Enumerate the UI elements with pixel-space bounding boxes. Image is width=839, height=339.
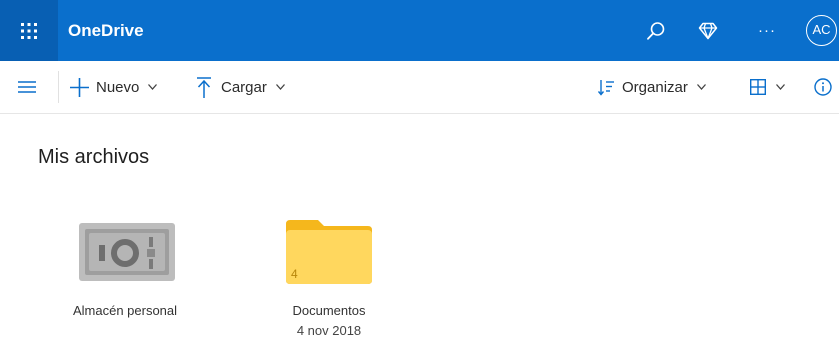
search-icon [647,21,665,40]
app-launcher-icon [21,22,37,39]
more-options-button[interactable]: ··· [752,0,782,61]
upload-button[interactable]: Cargar [196,61,285,113]
command-bar: Nuevo Cargar Organizar [0,61,839,114]
new-button[interactable]: Nuevo [70,61,158,113]
upload-icon [197,76,211,98]
sort-button-label: Organizar [622,78,688,96]
tile-name: Almacén personal [72,303,178,318]
diamond-icon [698,22,718,39]
navigation-menu-button[interactable] [18,61,36,113]
grid-view-icon [750,79,766,95]
sort-button[interactable]: Organizar [598,61,706,113]
folder-thumbnail: 4 [254,208,404,292]
documents-folder-tile[interactable]: 4 Documentos 4 nov 2018 [254,208,404,338]
premium-button[interactable] [693,0,723,61]
vault-thumbnail [50,208,200,292]
search-button[interactable] [641,0,671,61]
info-button[interactable] [814,61,832,113]
info-icon [814,78,832,96]
chevron-down-icon [148,84,158,90]
app-launcher-button[interactable] [0,0,58,61]
new-button-label: Nuevo [96,78,140,96]
chevron-down-icon [696,84,706,90]
app-title[interactable]: OneDrive [68,0,144,61]
vault-icon [79,223,175,281]
app-header: OneDrive ··· AC [0,0,839,61]
folder-count: 4 [291,267,298,281]
tile-name: Documentos [292,303,366,318]
page-title: Mis archivos [38,146,150,168]
view-options-button[interactable] [750,61,785,113]
chevron-down-icon [776,84,785,90]
sort-icon [598,79,614,96]
personal-vault-tile[interactable]: Almacén personal [50,208,200,318]
hamburger-menu-icon [18,81,36,93]
folder-icon: 4 [286,220,372,284]
chevron-down-icon [275,84,285,90]
avatar[interactable]: AC [806,15,837,46]
upload-button-label: Cargar [221,78,267,96]
command-divider [58,71,59,103]
onedrive-window: OneDrive ··· AC Nuevo Cargar Organizar M… [0,0,839,339]
plus-icon [70,77,89,97]
tile-date: 4 nov 2018 [296,323,362,338]
